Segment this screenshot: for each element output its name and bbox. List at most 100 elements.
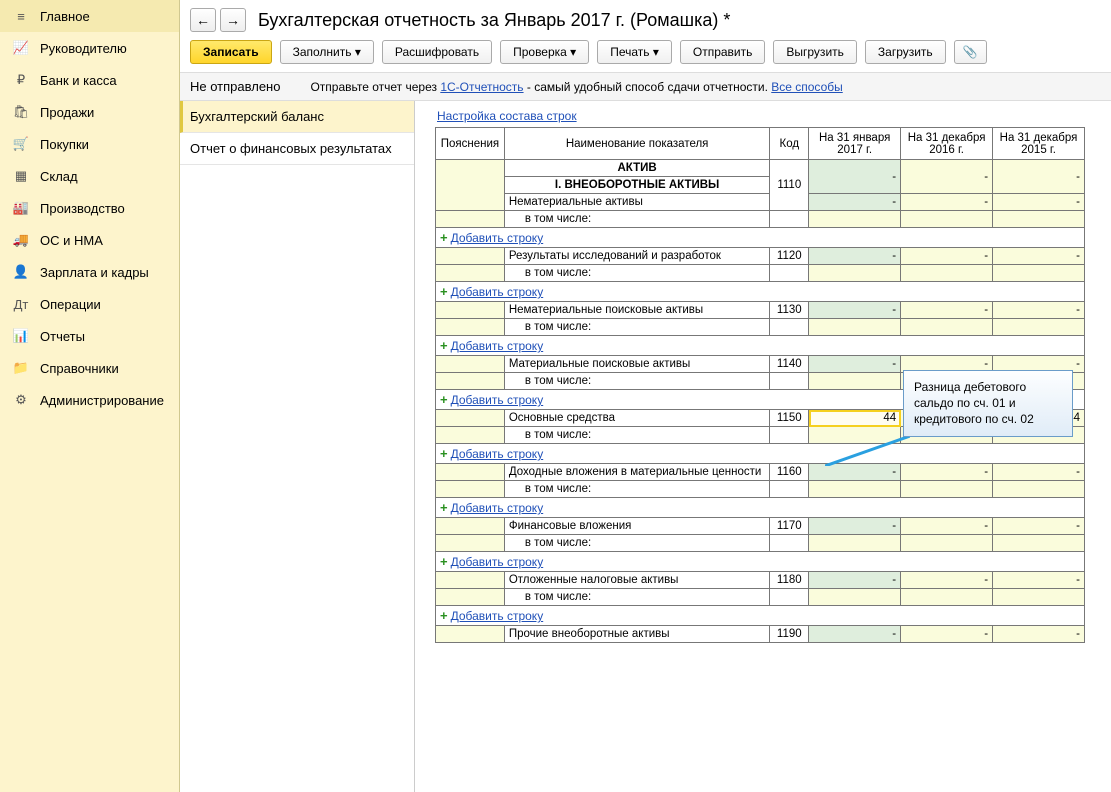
- cell-val[interactable]: -: [993, 194, 1085, 211]
- cell-val[interactable]: [809, 265, 901, 282]
- cell-val[interactable]: -: [809, 518, 901, 535]
- sidebar-item-bank[interactable]: ₽Банк и касса: [0, 64, 179, 96]
- cell-val[interactable]: [901, 535, 993, 552]
- cell-val[interactable]: -: [993, 248, 1085, 265]
- sidebar-item-operations[interactable]: ДтОперации: [0, 288, 179, 320]
- cell-val[interactable]: -: [993, 160, 1085, 194]
- cell-val[interactable]: [901, 589, 993, 606]
- cell-val[interactable]: -: [809, 572, 901, 589]
- cell-val[interactable]: [993, 211, 1085, 228]
- cell-val[interactable]: -: [901, 248, 993, 265]
- cell-val[interactable]: -: [901, 194, 993, 211]
- cell-poy[interactable]: [436, 211, 505, 228]
- cell-val[interactable]: -: [809, 194, 901, 211]
- cell-poy[interactable]: [436, 248, 505, 265]
- attach-button[interactable]: 📎: [954, 40, 987, 64]
- print-button[interactable]: Печать ▾: [597, 40, 672, 64]
- cell-val[interactable]: -: [901, 626, 993, 643]
- cell-val[interactable]: -: [809, 464, 901, 481]
- sidebar-item-production[interactable]: 🏭Производство: [0, 192, 179, 224]
- cell-poy[interactable]: [436, 535, 505, 552]
- cell-poy[interactable]: [436, 319, 505, 336]
- add-row-link[interactable]: Добавить строку: [451, 447, 544, 461]
- cell-poy[interactable]: [436, 518, 505, 535]
- cell-val[interactable]: -: [993, 464, 1085, 481]
- nav-back-button[interactable]: ←: [190, 8, 216, 32]
- cell-poy[interactable]: [436, 160, 505, 211]
- config-rows-link[interactable]: Настройка состава строк: [437, 109, 577, 123]
- save-button[interactable]: Записать: [190, 40, 272, 64]
- cell-poy[interactable]: [436, 373, 505, 390]
- fill-button[interactable]: Заполнить ▾: [280, 40, 374, 64]
- link-1c-otchetnost[interactable]: 1С-Отчетность: [440, 80, 523, 94]
- sidebar-item-warehouse[interactable]: ▦Склад: [0, 160, 179, 192]
- cell-val[interactable]: -: [809, 160, 901, 194]
- cell-val[interactable]: [901, 319, 993, 336]
- sidebar-item-manager[interactable]: 📈Руководителю: [0, 32, 179, 64]
- cell-val[interactable]: -: [901, 464, 993, 481]
- cell-poy[interactable]: [436, 427, 505, 444]
- cell-val[interactable]: -: [993, 626, 1085, 643]
- cell-poy[interactable]: [436, 410, 505, 427]
- unload-button[interactable]: Выгрузить: [773, 40, 857, 64]
- cell-val[interactable]: [901, 481, 993, 498]
- sidebar-item-admin[interactable]: ⚙Администрирование: [0, 384, 179, 416]
- cell-val[interactable]: [809, 535, 901, 552]
- cell-poy[interactable]: [436, 572, 505, 589]
- cell-val[interactable]: [809, 319, 901, 336]
- sidebar-item-main[interactable]: ≡Главное: [0, 0, 179, 32]
- cell-val-highlighted[interactable]: 44: [809, 410, 901, 427]
- send-button[interactable]: Отправить: [680, 40, 766, 64]
- cell-val[interactable]: -: [809, 302, 901, 319]
- cell-val[interactable]: -: [993, 572, 1085, 589]
- nav-forward-button[interactable]: →: [220, 8, 246, 32]
- bag-icon: 🛍: [12, 104, 30, 120]
- cell-val[interactable]: [993, 481, 1085, 498]
- cell-val[interactable]: [901, 265, 993, 282]
- cell-val[interactable]: [809, 589, 901, 606]
- cell-poy[interactable]: [436, 589, 505, 606]
- cell-poy[interactable]: [436, 265, 505, 282]
- sidebar-item-salary[interactable]: 👤Зарплата и кадры: [0, 256, 179, 288]
- cell-val[interactable]: [993, 265, 1085, 282]
- add-row-link[interactable]: Добавить строку: [451, 339, 544, 353]
- sidebar-item-os-nma[interactable]: 🚚ОС и НМА: [0, 224, 179, 256]
- cell-poy[interactable]: [436, 481, 505, 498]
- tab-finresults[interactable]: Отчет о финансовых результатах: [180, 133, 414, 165]
- cell-poy[interactable]: [436, 464, 505, 481]
- sidebar-item-purchases[interactable]: 🛒Покупки: [0, 128, 179, 160]
- add-row-link[interactable]: Добавить строку: [451, 285, 544, 299]
- load-button[interactable]: Загрузить: [865, 40, 946, 64]
- cell-val[interactable]: -: [901, 302, 993, 319]
- cell-poy[interactable]: [436, 302, 505, 319]
- cell-val[interactable]: -: [993, 302, 1085, 319]
- cell-poy[interactable]: [436, 356, 505, 373]
- sidebar-item-directories[interactable]: 📁Справочники: [0, 352, 179, 384]
- cell-val[interactable]: -: [901, 160, 993, 194]
- cell-val[interactable]: -: [809, 356, 901, 373]
- cell-val[interactable]: [901, 211, 993, 228]
- cell-val[interactable]: [993, 589, 1085, 606]
- cell-val[interactable]: [993, 535, 1085, 552]
- cell-val[interactable]: -: [809, 626, 901, 643]
- check-button[interactable]: Проверка ▾: [500, 40, 589, 64]
- add-row-link[interactable]: Добавить строку: [451, 501, 544, 515]
- cell-val[interactable]: [809, 373, 901, 390]
- add-row-link[interactable]: Добавить строку: [451, 231, 544, 245]
- add-row-link[interactable]: Добавить строку: [451, 555, 544, 569]
- add-row-link[interactable]: Добавить строку: [451, 609, 544, 623]
- cell-val[interactable]: [809, 481, 901, 498]
- cell-val[interactable]: [809, 211, 901, 228]
- sidebar-item-reports[interactable]: 📊Отчеты: [0, 320, 179, 352]
- cell-val[interactable]: -: [901, 572, 993, 589]
- cell-val[interactable]: -: [901, 518, 993, 535]
- cell-val[interactable]: -: [993, 518, 1085, 535]
- cell-val[interactable]: -: [809, 248, 901, 265]
- link-all-ways[interactable]: Все способы: [771, 80, 843, 94]
- add-row-link[interactable]: Добавить строку: [451, 393, 544, 407]
- cell-poy[interactable]: [436, 626, 505, 643]
- sidebar-item-sales[interactable]: 🛍Продажи: [0, 96, 179, 128]
- decode-button[interactable]: Расшифровать: [382, 40, 492, 64]
- cell-val[interactable]: [993, 319, 1085, 336]
- tab-balance[interactable]: Бухгалтерский баланс: [180, 101, 414, 133]
